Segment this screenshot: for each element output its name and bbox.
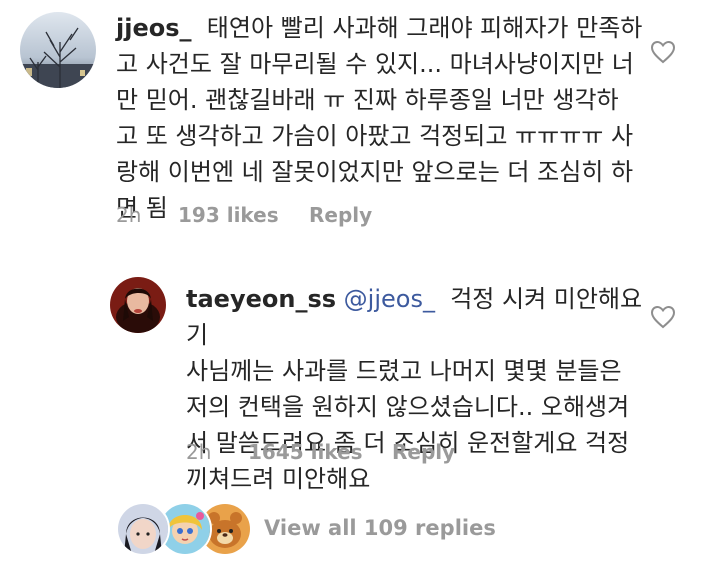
reply-reply-button[interactable]: Reply — [392, 440, 455, 464]
reply-body: taeyeon_ss @jjeos_ 걱정 시켜 미안해요 기 사님께는 사과를… — [186, 281, 646, 497]
comment-reply-button[interactable]: Reply — [309, 203, 372, 227]
comment-time: 2h — [116, 203, 142, 227]
like-heart-icon[interactable] — [650, 40, 676, 68]
reply-line: 사님께는 사과를 드렸고 나머지 몇몇 분들은 — [186, 357, 622, 385]
comment-line: 고 사건도 잘 마무리될 수 있지... 마녀사냥이지만 너 — [116, 50, 634, 78]
reply-line: taeyeon_ss @jjeos_ 걱정 시켜 미안해요 기 — [186, 285, 643, 349]
comment-line: jjeos_ 태연아 빨리 사과해 그래야 피해자가 만족하 — [116, 14, 643, 42]
comment-line: 만 믿어. 괜찮길바래 ㅠ 진짜 하루종일 너만 생각하 — [116, 86, 619, 114]
reply-line: 끼쳐드려 미안해요 — [186, 465, 371, 493]
reply-line: 저의 컨택을 원하지 않으셨습니다.. 오해생겨 — [186, 393, 630, 421]
commenter-avatar[interactable] — [20, 12, 96, 88]
replier-avatar[interactable] — [110, 277, 166, 333]
comment-meta: 2h 193 likes Reply — [116, 203, 372, 227]
comment-username[interactable]: jjeos_ — [116, 14, 192, 42]
comment-line: 고 또 생각하고 가슴이 아팠고 걱정되고 ㅠㅠㅠㅠ 사 — [116, 122, 634, 150]
comment-likes[interactable]: 193 likes — [178, 203, 309, 227]
reply-like-heart-icon[interactable] — [650, 305, 676, 333]
reply-username[interactable]: taeyeon_ss — [186, 285, 336, 313]
view-all-replies-link[interactable]: View all 109 replies — [264, 516, 496, 540]
reply-mention-link[interactable]: @jjeos_ — [344, 285, 435, 313]
reply-time: 2h — [186, 440, 212, 464]
reply-meta: 2h 1645 likes Reply — [186, 440, 455, 464]
replies-avatar — [116, 502, 170, 556]
comment-line: 랑해 이번엔 네 잘못이었지만 앞으로는 더 조심히 하 — [116, 158, 634, 186]
comment-body: jjeos_ 태연아 빨리 사과해 그래야 피해자가 만족하 고 사건도 잘 마… — [116, 10, 656, 226]
reply-likes[interactable]: 1645 likes — [248, 440, 392, 464]
